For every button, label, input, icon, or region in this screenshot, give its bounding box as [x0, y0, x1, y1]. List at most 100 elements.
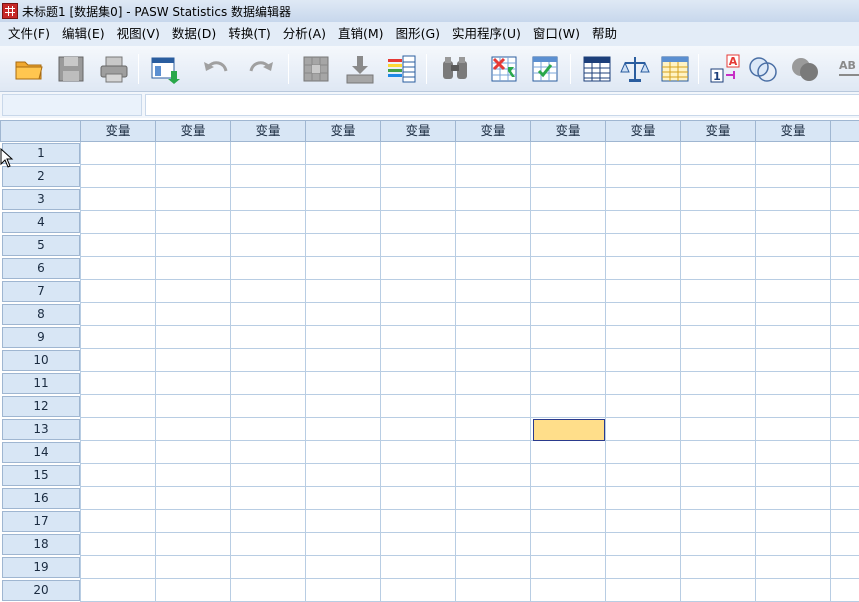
- row-header[interactable]: 5: [2, 235, 80, 256]
- insert-variable-icon[interactable]: [528, 52, 562, 86]
- grid-row-line: [81, 210, 859, 211]
- row-header[interactable]: 13: [2, 419, 80, 440]
- redo-icon[interactable]: [244, 52, 278, 86]
- column-header-variable[interactable]: 变量: [456, 120, 531, 142]
- row-header[interactable]: 15: [2, 465, 80, 486]
- toolbar-separator: [138, 54, 139, 84]
- row-header[interactable]: 2: [2, 166, 80, 187]
- grid-column-line: [80, 142, 81, 602]
- grid-column-line: [455, 142, 456, 602]
- column-header-variable[interactable]: 变量: [306, 120, 381, 142]
- row-header[interactable]: 4: [2, 212, 80, 233]
- select-cases-icon[interactable]: [658, 52, 692, 86]
- print-icon[interactable]: [97, 52, 131, 86]
- row-header[interactable]: 12: [2, 396, 80, 417]
- row-header[interactable]: 8: [2, 304, 80, 325]
- value-labels-icon[interactable]: A1: [708, 52, 742, 86]
- grid-column-line: [305, 142, 306, 602]
- toolbar-separator: [570, 54, 571, 84]
- insert-cases-icon[interactable]: [487, 52, 521, 86]
- column-header-variable[interactable]: 变量: [681, 120, 756, 142]
- row-header[interactable]: 9: [2, 327, 80, 348]
- menu-file[interactable]: 文件(F): [2, 24, 56, 44]
- row-header[interactable]: 3: [2, 189, 80, 210]
- goto-case-icon[interactable]: [299, 52, 333, 86]
- menu-bar: 文件(F) 编辑(E) 视图(V) 数据(D) 转换(T) 分析(A) 直销(M…: [0, 22, 859, 46]
- mouse-cursor-icon: [0, 148, 14, 168]
- column-header-variable[interactable]: 变量: [531, 120, 606, 142]
- grid-row-line: [81, 417, 859, 418]
- grid-corner[interactable]: [0, 120, 81, 142]
- grid-column-line: [830, 142, 831, 602]
- row-header[interactable]: 7: [2, 281, 80, 302]
- toolbar: A1 AB: [0, 46, 859, 92]
- cell-value-input[interactable]: [145, 94, 859, 116]
- row-header[interactable]: 19: [2, 557, 80, 578]
- weight-cases-icon[interactable]: [618, 52, 652, 86]
- grid-row-line: [81, 440, 859, 441]
- column-header-variable[interactable]: 变量: [381, 120, 456, 142]
- grid-row-line: [81, 187, 859, 188]
- grid-column-line: [605, 142, 606, 602]
- column-header-variable[interactable]: 变量: [81, 120, 156, 142]
- menu-data[interactable]: 数据(D): [166, 24, 222, 44]
- use-sets-icon[interactable]: [746, 52, 780, 86]
- undo-icon[interactable]: [199, 52, 233, 86]
- column-header-variable[interactable]: 变: [831, 120, 859, 142]
- goto-variable-icon[interactable]: [343, 52, 377, 86]
- menu-window[interactable]: 窗口(W): [527, 24, 586, 44]
- open-file-icon[interactable]: [12, 52, 46, 86]
- grid-row-line: [81, 578, 859, 579]
- cell-reference-box[interactable]: [2, 94, 142, 116]
- window-title: 未标题1 [数据集0] - PASW Statistics 数据编辑器: [22, 4, 292, 19]
- column-header-variable[interactable]: 变量: [606, 120, 681, 142]
- spell-check-icon[interactable]: AB: [836, 52, 859, 86]
- row-header[interactable]: 6: [2, 258, 80, 279]
- grid-row-line: [81, 164, 859, 165]
- column-header-variable[interactable]: 变量: [231, 120, 306, 142]
- row-header[interactable]: 17: [2, 511, 80, 532]
- svg-text:A: A: [729, 55, 738, 68]
- grid-row-line: [81, 325, 859, 326]
- grid-column-line: [155, 142, 156, 602]
- save-icon[interactable]: [54, 52, 88, 86]
- svg-text:AB: AB: [839, 59, 856, 72]
- row-header[interactable]: 11: [2, 373, 80, 394]
- menu-transform[interactable]: 转换(T): [222, 24, 276, 44]
- row-header[interactable]: 20: [2, 580, 80, 601]
- grid-row-line: [81, 486, 859, 487]
- row-header[interactable]: 10: [2, 350, 80, 371]
- variables-icon[interactable]: [385, 52, 419, 86]
- find-icon[interactable]: [438, 52, 472, 86]
- grid-row-line: [81, 532, 859, 533]
- toolbar-separator: [698, 54, 699, 84]
- grid-row-line: [81, 348, 859, 349]
- column-header-variable[interactable]: 变量: [756, 120, 831, 142]
- menu-help[interactable]: 帮助: [586, 24, 623, 44]
- toolbar-separator: [426, 54, 427, 84]
- grid-row-line: [81, 394, 859, 395]
- grid-row-line: [81, 256, 859, 257]
- recall-dialog-icon[interactable]: [148, 52, 182, 86]
- row-header[interactable]: 14: [2, 442, 80, 463]
- menu-analyze[interactable]: 分析(A): [277, 24, 332, 44]
- cell-editor-bar: [0, 92, 859, 118]
- active-cell[interactable]: [533, 419, 605, 441]
- menu-direct-marketing[interactable]: 直销(M): [332, 24, 390, 44]
- grid-row-line: [81, 371, 859, 372]
- spss-app-icon[interactable]: [2, 3, 18, 19]
- grid-column-line: [755, 142, 756, 602]
- row-header[interactable]: 18: [2, 534, 80, 555]
- title-bar: 未标题1 [数据集0] - PASW Statistics 数据编辑器: [0, 0, 859, 22]
- grid-row-line: [81, 463, 859, 464]
- split-file-icon[interactable]: [580, 52, 614, 86]
- data-grid: 变量变量变量变量变量变量变量变量变量变量变1234567891011121314…: [0, 118, 859, 602]
- grid-column-line: [380, 142, 381, 602]
- menu-graphs[interactable]: 图形(G): [390, 24, 446, 44]
- row-header[interactable]: 16: [2, 488, 80, 509]
- show-all-variables-icon[interactable]: [788, 52, 822, 86]
- menu-edit[interactable]: 编辑(E): [56, 24, 111, 44]
- menu-view[interactable]: 视图(V): [111, 24, 166, 44]
- column-header-variable[interactable]: 变量: [156, 120, 231, 142]
- menu-utilities[interactable]: 实用程序(U): [446, 24, 527, 44]
